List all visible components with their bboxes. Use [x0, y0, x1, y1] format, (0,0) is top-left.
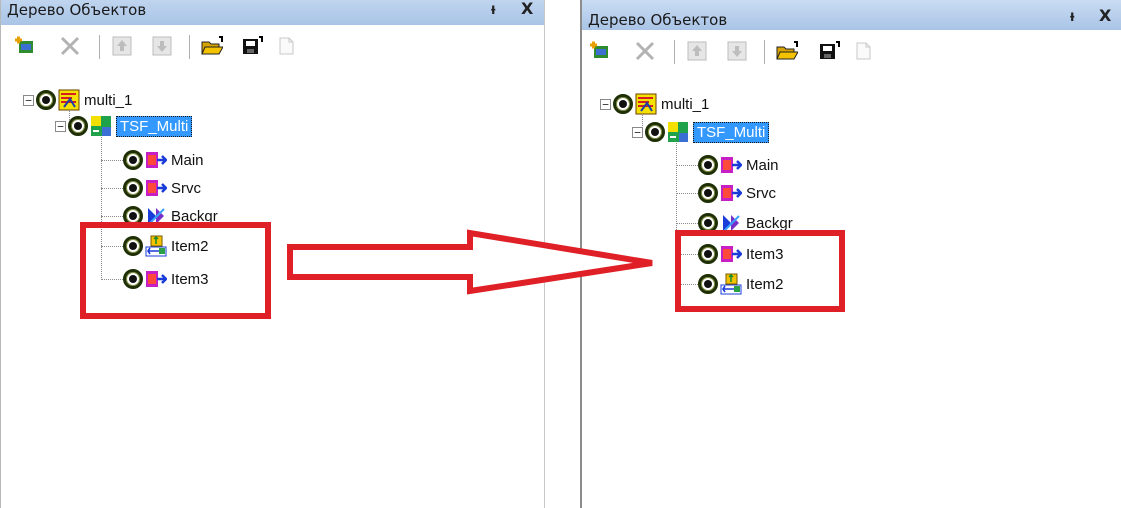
delete-icon[interactable]	[634, 40, 656, 62]
move-up-icon[interactable]	[686, 40, 708, 62]
tree-node-label: Srvc	[746, 184, 776, 202]
right-panel-title: Дерево Объектов	[588, 11, 728, 29]
tree-node-label: Main	[171, 151, 204, 169]
new-page-icon[interactable]	[852, 40, 874, 62]
tree-node-label: Backgr	[746, 214, 793, 232]
collapse-toggle-icon[interactable]: −	[23, 94, 34, 106]
delete-icon[interactable]	[59, 35, 81, 57]
add-object-icon[interactable]	[588, 40, 610, 62]
right-panel-titlebar: Дерево Объектов ᵼ X	[582, 0, 1121, 30]
tree-connector	[676, 223, 698, 224]
tree-node-item[interactable]: Srvc	[698, 179, 776, 207]
tree-node-root[interactable]: − multi_1	[23, 86, 132, 114]
tree-node-root[interactable]: − multi_1	[600, 90, 709, 118]
tsf-object-icon	[91, 116, 111, 136]
toolbar-separator	[99, 35, 100, 59]
move-up-icon[interactable]	[111, 35, 133, 57]
move-down-icon[interactable]	[151, 35, 173, 57]
visibility-eye-icon[interactable]	[68, 116, 88, 136]
tree-node-item[interactable]: Srvc	[123, 174, 201, 202]
process-arrow-icon	[721, 157, 742, 173]
left-panel-titlebar: Дерево Объектов ᵼ X	[1, 0, 544, 25]
toolbar-separator	[189, 35, 190, 59]
right-object-tree: − multi_1 − TSF_Multi Main Srvc Backgr I…	[582, 78, 1121, 508]
tree-connector	[101, 216, 123, 217]
toolbar-separator	[674, 40, 675, 64]
open-folder-icon[interactable]	[776, 40, 798, 62]
visibility-eye-icon[interactable]	[645, 122, 665, 142]
tree-connector	[676, 165, 698, 166]
visibility-eye-icon[interactable]	[123, 178, 143, 198]
tree-connector	[676, 193, 698, 194]
collapse-toggle-icon[interactable]: −	[600, 98, 611, 110]
tree-node-tsf-multi[interactable]: − TSF_Multi	[632, 118, 770, 146]
pin-icon[interactable]: ᵼ	[1070, 8, 1074, 24]
tree-node-label: TSF_Multi	[116, 115, 193, 137]
process-arrow-icon	[146, 180, 167, 196]
left-toolbar	[1, 25, 544, 65]
tree-node-tsf-multi[interactable]: − TSF_Multi	[55, 112, 193, 140]
highlight-box-left	[80, 222, 271, 319]
collapse-toggle-icon[interactable]: −	[632, 126, 643, 138]
new-page-icon[interactable]	[275, 35, 297, 57]
visibility-eye-icon[interactable]	[613, 94, 633, 114]
visibility-eye-icon[interactable]	[36, 90, 56, 110]
right-toolbar	[582, 30, 1121, 70]
tree-node-item[interactable]: Main	[123, 146, 204, 174]
process-arrow-icon	[721, 185, 742, 201]
highlight-box-right	[675, 230, 845, 312]
toolbar-separator	[764, 40, 765, 64]
tree-connector	[101, 188, 123, 189]
visibility-eye-icon[interactable]	[123, 150, 143, 170]
tree-node-label: Srvc	[171, 179, 201, 197]
tree-connector	[101, 160, 123, 161]
reorder-arrow-annotation	[287, 229, 653, 295]
save-icon[interactable]	[241, 35, 263, 57]
tree-node-label: Main	[746, 156, 779, 174]
close-icon[interactable]: X	[1099, 8, 1111, 24]
close-icon[interactable]: X	[521, 1, 533, 17]
visibility-eye-icon[interactable]	[698, 183, 718, 203]
multi-object-icon	[58, 89, 80, 111]
tree-node-label: multi_1	[84, 91, 133, 109]
save-icon[interactable]	[818, 40, 840, 62]
tree-node-item[interactable]: Main	[698, 151, 779, 179]
tsf-object-icon	[668, 122, 688, 142]
move-down-icon[interactable]	[726, 40, 748, 62]
open-folder-icon[interactable]	[201, 35, 223, 57]
right-object-tree-panel: Дерево Объектов ᵼ X − multi_1 − TSF_Mult…	[580, 0, 1121, 508]
add-object-icon[interactable]	[13, 35, 35, 57]
tree-node-label: multi_1	[661, 95, 710, 113]
multi-object-icon	[635, 93, 657, 115]
collapse-toggle-icon[interactable]: −	[55, 120, 66, 132]
tree-node-label: TSF_Multi	[693, 121, 770, 143]
visibility-eye-icon[interactable]	[698, 155, 718, 175]
process-arrow-icon	[146, 152, 167, 168]
left-panel-title: Дерево Объектов	[7, 1, 147, 19]
pin-icon[interactable]: ᵼ	[491, 1, 495, 17]
